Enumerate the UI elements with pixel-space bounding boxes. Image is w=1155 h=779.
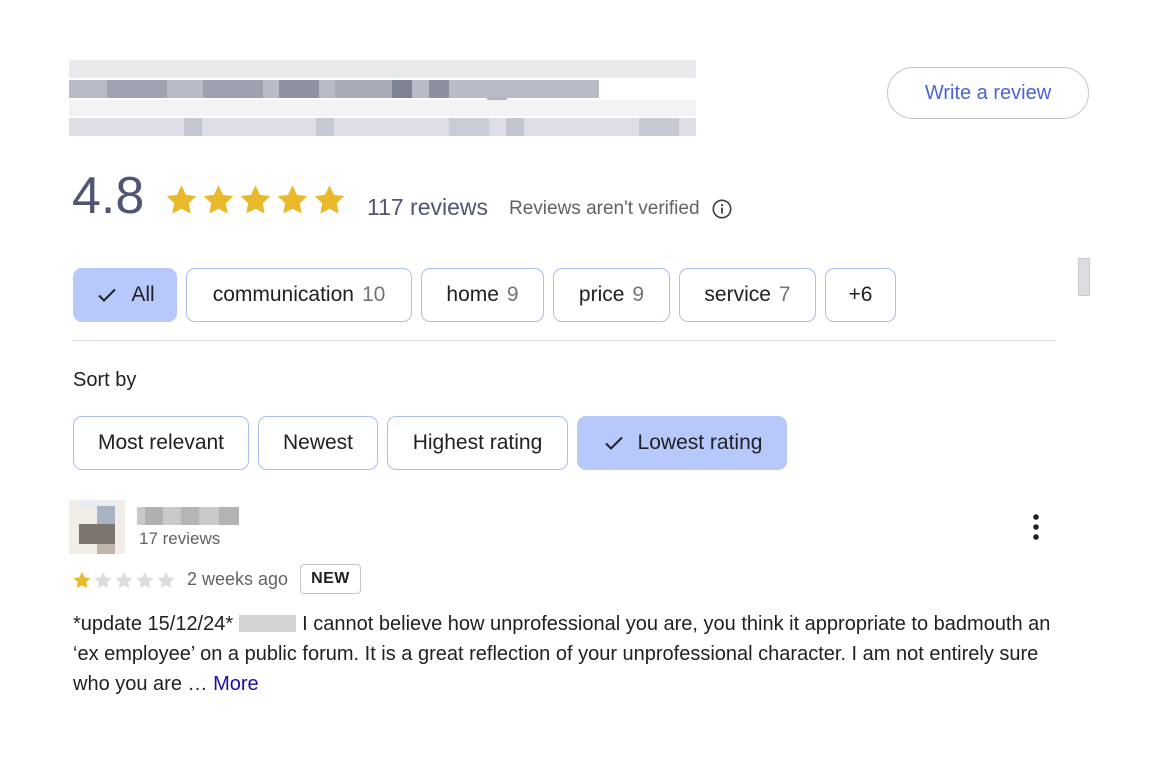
star-icon [115,571,133,589]
reviews-not-verified-note: Reviews aren't verified [509,198,700,219]
sort-option-lowest-rating[interactable]: Lowest rating [577,416,787,470]
topic-chip-label: price [578,283,625,306]
sort-option-most-relevant[interactable]: Most relevant [73,416,249,470]
new-badge: NEW [300,564,361,594]
avatar[interactable] [69,500,125,554]
sort-option-label: Newest [282,431,354,454]
sort-by-label: Sort by [73,369,137,391]
reviewer-name-redacted[interactable] [137,507,239,525]
review-text: *update 15/12/24* I cannot believe how un… [73,609,1063,699]
sort-option-label: Highest rating [412,431,543,454]
business-name-redacted [69,60,696,136]
total-review-count[interactable]: 117 reviews [367,194,488,221]
topic-chip-service[interactable]: service 7 [679,268,816,322]
star-icon [277,185,308,214]
sort-option-newest[interactable]: Newest [258,416,378,470]
star-icon [157,571,175,589]
sort-option-label: Lowest rating [637,431,763,454]
topic-chip-label: home [446,283,499,306]
write-review-button[interactable]: Write a review [887,67,1089,119]
topic-chip-label: service [704,283,771,306]
topic-chip-count: 7 [778,283,791,306]
check-icon [98,288,117,302]
average-rating-stars [164,182,347,217]
more-vert-icon[interactable] [1024,512,1048,542]
star-icon [314,185,345,214]
topic-chip-label: All [131,283,155,306]
sort-option-label: Most relevant [97,431,225,454]
topic-chip-more[interactable]: +6 [825,268,896,322]
star-icon [203,185,234,214]
check-icon [604,436,623,450]
star-icon [94,571,112,589]
star-icon [166,185,197,214]
sort-option-highest-rating[interactable]: Highest rating [387,416,568,470]
topic-chip-label: +6 [848,283,873,306]
topic-chip-count: 9 [632,283,645,306]
more-link[interactable]: More [213,673,259,695]
info-icon[interactable] [711,198,733,220]
review-time: 2 weeks ago [187,569,289,589]
star-icon [240,185,271,214]
topic-chip-count: 9 [506,283,519,306]
star-icon [136,571,154,589]
reviewer-review-count: 17 reviews [139,529,221,548]
redacted-name [239,615,297,632]
divider [73,340,1055,341]
topic-chip-label: communication [212,283,354,306]
scrollbar-thumb[interactable] [1078,258,1090,296]
review-rating-stars [72,570,176,590]
topic-chip-home[interactable]: home 9 [421,268,544,322]
topic-chip-count: 10 [361,283,386,306]
topic-chip-price[interactable]: price 9 [553,268,670,322]
average-rating: 4.8 [72,167,145,225]
star-icon [73,571,91,589]
topic-chip-communication[interactable]: communication 10 [186,268,412,322]
topic-chip-all[interactable]: All [73,268,177,322]
review-text-start: *update 15/12/24* [73,613,234,635]
